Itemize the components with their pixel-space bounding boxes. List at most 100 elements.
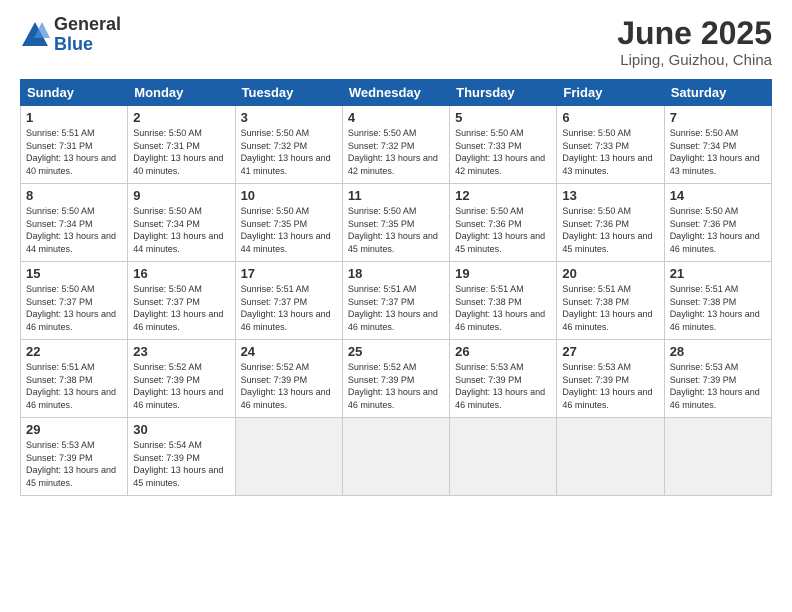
calendar-row: 22Sunrise: 5:51 AMSunset: 7:38 PMDayligh… [21,340,772,418]
day-cell-18: 18 Sunrise: 5:51 AMSunset: 7:37 PMDayligh… [342,262,449,340]
day-cell-15: 15 Sunrise: 5:50 AMSunset: 7:37 PMDayligh… [21,262,128,340]
calendar-subtitle: Liping, Guizhou, China [617,52,772,69]
col-header-wednesday: Wednesday [342,80,449,106]
day-number: 28 [670,344,766,359]
day-cell-26: 26Sunrise: 5:53 AMSunset: 7:39 PMDayligh… [450,340,557,418]
day-info: Sunrise: 5:53 AMSunset: 7:39 PMDaylight:… [562,361,658,411]
header: General Blue June 2025 Liping, Guizhou, … [20,15,772,69]
day-info: Sunrise: 5:50 AMSunset: 7:37 PMDaylight:… [133,283,229,333]
empty-cell [664,418,771,496]
day-number: 9 [133,188,229,203]
day-info: Sunrise: 5:50 AMSunset: 7:34 PMDaylight:… [26,205,122,255]
day-cell-27: 27 Sunrise: 5:53 AMSunset: 7:39 PMDayligh… [557,340,664,418]
title-block: June 2025 Liping, Guizhou, China [617,15,772,69]
day-number: 18 [348,266,444,281]
day-info: Sunrise: 5:50 AMSunset: 7:35 PMDaylight:… [241,205,337,255]
col-header-sunday: Sunday [21,80,128,106]
day-cell-23: 23 Sunrise: 5:52 AMSunset: 7:39 PMDayligh… [128,340,235,418]
page: General Blue June 2025 Liping, Guizhou, … [0,0,792,612]
day-cell-1: 1 Sunrise: 5:51 AMSunset: 7:31 PMDaylight… [21,106,128,184]
day-number: 1 [26,110,122,125]
day-info: Sunrise: 5:50 AMSunset: 7:31 PMDaylight:… [133,127,229,177]
day-info: Sunrise: 5:51 AMSunset: 7:31 PMDaylight:… [26,127,122,177]
day-number: 10 [241,188,337,203]
day-number: 17 [241,266,337,281]
empty-cell [450,418,557,496]
day-number: 7 [670,110,766,125]
day-number: 30 [133,422,229,437]
day-cell-28: 28 Sunrise: 5:53 AMSunset: 7:39 PMDayligh… [664,340,771,418]
day-info: Sunrise: 5:50 AMSunset: 7:35 PMDaylight:… [348,205,444,255]
day-number: 23 [133,344,229,359]
day-info: Sunrise: 5:50 AMSunset: 7:37 PMDaylight:… [26,283,122,333]
calendar-row: 1 Sunrise: 5:51 AMSunset: 7:31 PMDaylight… [21,106,772,184]
col-header-tuesday: Tuesday [235,80,342,106]
day-cell-22: 22Sunrise: 5:51 AMSunset: 7:38 PMDayligh… [21,340,128,418]
logo-icon [20,20,50,50]
logo-general: General [54,15,121,35]
day-info: Sunrise: 5:51 AMSunset: 7:38 PMDaylight:… [562,283,658,333]
day-cell-16: 16Sunrise: 5:50 AMSunset: 7:37 PMDayligh… [128,262,235,340]
day-info: Sunrise: 5:52 AMSunset: 7:39 PMDaylight:… [133,361,229,411]
day-cell-14: 14 Sunrise: 5:50 AMSunset: 7:36 PMDayligh… [664,184,771,262]
day-cell-13: 13Sunrise: 5:50 AMSunset: 7:36 PMDayligh… [557,184,664,262]
calendar-table: SundayMondayTuesdayWednesdayThursdayFrid… [20,79,772,496]
empty-cell [342,418,449,496]
day-cell-9: 9Sunrise: 5:50 AMSunset: 7:34 PMDaylight… [128,184,235,262]
day-info: Sunrise: 5:52 AMSunset: 7:39 PMDaylight:… [348,361,444,411]
day-number: 15 [26,266,122,281]
day-cell-24: 24 Sunrise: 5:52 AMSunset: 7:39 PMDayligh… [235,340,342,418]
logo-text: General Blue [54,15,121,55]
day-cell-12: 12Sunrise: 5:50 AMSunset: 7:36 PMDayligh… [450,184,557,262]
day-cell-10: 10 Sunrise: 5:50 AMSunset: 7:35 PMDayligh… [235,184,342,262]
day-number: 22 [26,344,122,359]
day-info: Sunrise: 5:52 AMSunset: 7:39 PMDaylight:… [241,361,337,411]
day-cell-7: 7Sunrise: 5:50 AMSunset: 7:34 PMDaylight… [664,106,771,184]
day-info: Sunrise: 5:50 AMSunset: 7:36 PMDaylight:… [455,205,551,255]
day-info: Sunrise: 5:50 AMSunset: 7:32 PMDaylight:… [348,127,444,177]
day-cell-3: 3 Sunrise: 5:50 AMSunset: 7:32 PMDaylight… [235,106,342,184]
day-number: 3 [241,110,337,125]
day-cell-30: 30 Sunrise: 5:54 AMSunset: 7:39 PMDayligh… [128,418,235,496]
day-number: 4 [348,110,444,125]
day-info: Sunrise: 5:53 AMSunset: 7:39 PMDaylight:… [455,361,551,411]
calendar-row: 15 Sunrise: 5:50 AMSunset: 7:37 PMDayligh… [21,262,772,340]
day-number: 20 [562,266,658,281]
day-cell-4: 4 Sunrise: 5:50 AMSunset: 7:32 PMDaylight… [342,106,449,184]
day-number: 2 [133,110,229,125]
day-info: Sunrise: 5:51 AMSunset: 7:37 PMDaylight:… [241,283,337,333]
calendar-row: 29 Sunrise: 5:53 AMSunset: 7:39 PMDayligh… [21,418,772,496]
day-info: Sunrise: 5:50 AMSunset: 7:36 PMDaylight:… [670,205,766,255]
day-number: 5 [455,110,551,125]
day-cell-20: 20 Sunrise: 5:51 AMSunset: 7:38 PMDayligh… [557,262,664,340]
header-row: SundayMondayTuesdayWednesdayThursdayFrid… [21,80,772,106]
day-number: 19 [455,266,551,281]
day-cell-19: 19 Sunrise: 5:51 AMSunset: 7:38 PMDayligh… [450,262,557,340]
day-number: 27 [562,344,658,359]
day-info: Sunrise: 5:50 AMSunset: 7:32 PMDaylight:… [241,127,337,177]
day-number: 6 [562,110,658,125]
day-number: 25 [348,344,444,359]
col-header-thursday: Thursday [450,80,557,106]
day-cell-17: 17 Sunrise: 5:51 AMSunset: 7:37 PMDayligh… [235,262,342,340]
day-info: Sunrise: 5:53 AMSunset: 7:39 PMDaylight:… [26,439,122,489]
calendar-row: 8 Sunrise: 5:50 AMSunset: 7:34 PMDaylight… [21,184,772,262]
day-number: 8 [26,188,122,203]
day-number: 11 [348,188,444,203]
day-cell-29: 29 Sunrise: 5:53 AMSunset: 7:39 PMDayligh… [21,418,128,496]
day-cell-11: 11 Sunrise: 5:50 AMSunset: 7:35 PMDayligh… [342,184,449,262]
day-info: Sunrise: 5:54 AMSunset: 7:39 PMDaylight:… [133,439,229,489]
day-info: Sunrise: 5:50 AMSunset: 7:36 PMDaylight:… [562,205,658,255]
day-number: 24 [241,344,337,359]
day-info: Sunrise: 5:53 AMSunset: 7:39 PMDaylight:… [670,361,766,411]
col-header-saturday: Saturday [664,80,771,106]
logo: General Blue [20,15,121,55]
day-info: Sunrise: 5:51 AMSunset: 7:38 PMDaylight:… [455,283,551,333]
day-cell-25: 25 Sunrise: 5:52 AMSunset: 7:39 PMDayligh… [342,340,449,418]
calendar-title: June 2025 [617,15,772,52]
day-info: Sunrise: 5:51 AMSunset: 7:37 PMDaylight:… [348,283,444,333]
day-number: 14 [670,188,766,203]
day-number: 29 [26,422,122,437]
empty-cell [557,418,664,496]
empty-cell [235,418,342,496]
